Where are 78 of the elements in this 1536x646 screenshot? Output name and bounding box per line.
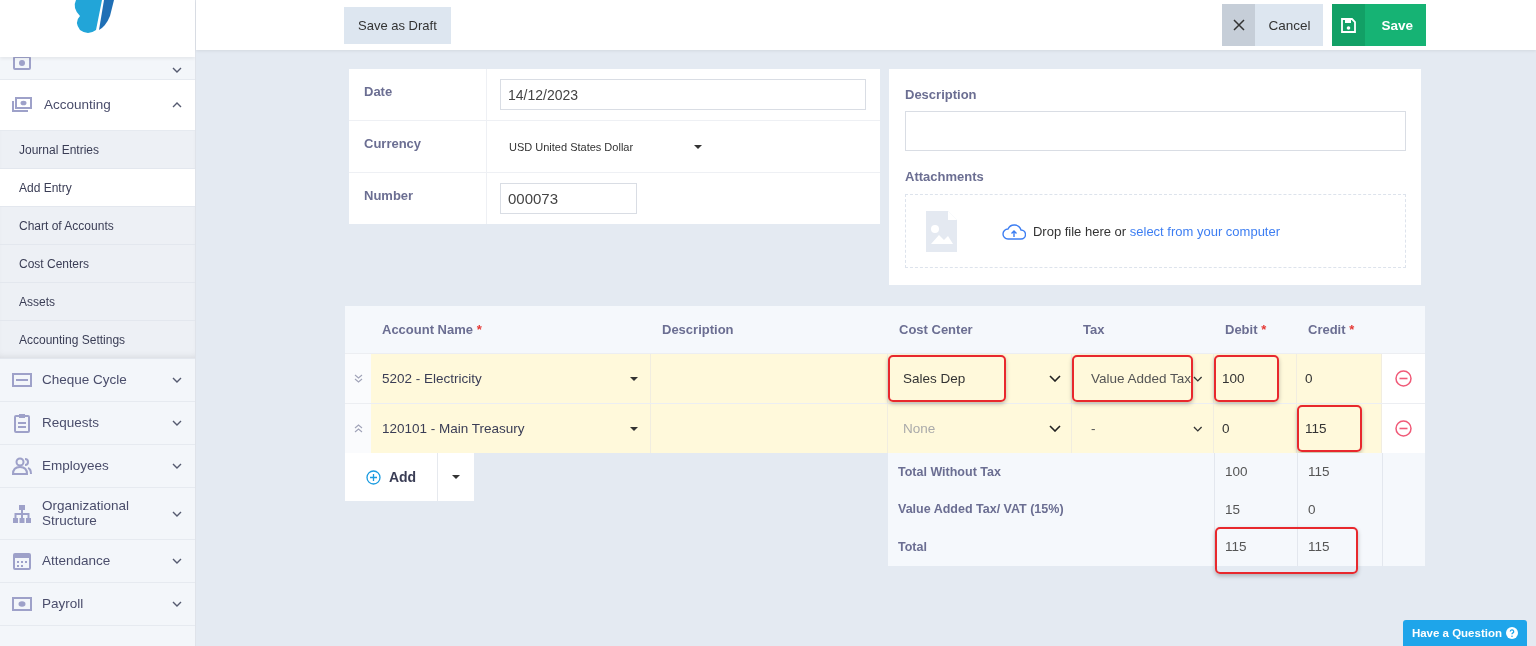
debit-total: 115 bbox=[1214, 528, 1297, 566]
hierarchy-icon bbox=[12, 503, 32, 524]
add-button[interactable]: Add bbox=[345, 453, 438, 501]
sidebar-item[interactable]: Employees bbox=[0, 445, 195, 488]
tax-value: - bbox=[1090, 420, 1097, 438]
column-header: Account Name * bbox=[381, 322, 483, 337]
sidebar-item[interactable]: Cheque Cycle bbox=[0, 359, 195, 402]
field-label: Number bbox=[349, 173, 487, 224]
submenu-item[interactable]: Cost Centers bbox=[0, 245, 195, 283]
money-icon bbox=[12, 594, 32, 614]
column-header: Tax bbox=[1082, 322, 1106, 337]
field-label: Currency bbox=[349, 121, 487, 172]
debit-total: 15 bbox=[1214, 490, 1297, 529]
close-icon bbox=[1232, 19, 1245, 31]
chevron-icon[interactable] bbox=[172, 601, 182, 607]
sidebar-item[interactable]: Accounting bbox=[0, 80, 195, 131]
save-as-draft-button[interactable]: Save as Draft bbox=[344, 6, 451, 44]
field-label: Attachments bbox=[905, 169, 984, 184]
debit-value: 0 bbox=[1221, 420, 1231, 438]
total-label: Value Added Tax/ VAT (15%) bbox=[897, 502, 1065, 517]
cost-center-placeholder: None bbox=[902, 420, 937, 438]
credit-value: 0 bbox=[1304, 370, 1314, 388]
field-label: Description bbox=[905, 87, 977, 102]
select-file-link[interactable]: select from your computer bbox=[1129, 223, 1281, 239]
total-label: Total Without Tax bbox=[897, 464, 1002, 479]
chevron-down-icon bbox=[1193, 375, 1203, 382]
column-header: Cost Center bbox=[898, 322, 974, 337]
cost-center-value: Sales Dep bbox=[888, 355, 1006, 402]
caret-icon bbox=[630, 376, 638, 381]
plus-circle-icon bbox=[365, 469, 381, 485]
cloud-upload-icon bbox=[1001, 222, 1026, 240]
description-field[interactable] bbox=[905, 111, 1406, 151]
currency-select[interactable]: USD United States Dollar bbox=[500, 131, 702, 162]
column-header: Description bbox=[661, 322, 735, 337]
remove-icon[interactable] bbox=[1395, 420, 1412, 437]
caret-icon bbox=[694, 144, 702, 149]
chevron-icon[interactable] bbox=[172, 377, 182, 383]
chevron-icon[interactable] bbox=[172, 102, 182, 108]
chevron-down-icon bbox=[1049, 375, 1061, 382]
caret-icon bbox=[630, 426, 638, 431]
chevron-down-icon bbox=[1193, 425, 1203, 432]
column-header: Credit * bbox=[1307, 322, 1356, 337]
sidebar-item[interactable]: Attendance bbox=[0, 540, 195, 583]
help-icon bbox=[1506, 627, 1518, 639]
submenu-item[interactable]: Accounting Settings bbox=[0, 321, 195, 359]
remove-icon[interactable] bbox=[1395, 370, 1412, 387]
sidebar-item[interactable]: Organizational Structure bbox=[0, 488, 195, 540]
input-field[interactable]: 000073 bbox=[500, 183, 637, 214]
cancel-button[interactable]: Cancel bbox=[1222, 4, 1324, 46]
people-icon bbox=[12, 456, 32, 476]
submenu-item[interactable]: Add Entry bbox=[0, 169, 195, 207]
credit-total: 0 bbox=[1297, 490, 1382, 529]
sidebar-item[interactable]: Payroll bbox=[0, 583, 195, 626]
caret-icon bbox=[452, 475, 460, 479]
chevron-down-icon bbox=[1049, 425, 1061, 432]
drop-hint: Drop file here or select from your computer bbox=[1032, 223, 1281, 239]
debit-total: 100 bbox=[1214, 453, 1297, 491]
submenu-item[interactable]: Chart of Accounts bbox=[0, 207, 195, 245]
tax-value: Value Added Tax bbox=[1072, 355, 1194, 402]
chevron-icon[interactable] bbox=[172, 67, 182, 73]
sidebar-item[interactable]: Requests bbox=[0, 402, 195, 445]
credit-total: 115 bbox=[1297, 528, 1382, 566]
chevron-icon[interactable] bbox=[172, 420, 182, 426]
total-label: Total bbox=[897, 540, 928, 554]
money-icon bbox=[12, 95, 32, 115]
calendar-icon bbox=[12, 551, 32, 571]
card-icon bbox=[12, 370, 32, 390]
submenu-item[interactable]: Assets bbox=[0, 283, 195, 321]
field-label: Date bbox=[349, 69, 487, 120]
image-file-icon bbox=[926, 210, 957, 252]
credit-total: 115 bbox=[1297, 453, 1382, 491]
chevron-icon[interactable] bbox=[172, 558, 182, 564]
input-field[interactable]: 14/12/2023 bbox=[500, 79, 866, 110]
file-drop-zone[interactable]: Drop file here or select from your computer bbox=[905, 194, 1406, 268]
clipboard-icon bbox=[12, 413, 32, 433]
chevron-icon[interactable] bbox=[172, 463, 182, 469]
column-header: Debit * bbox=[1224, 322, 1268, 337]
chevron-icon[interactable] bbox=[172, 510, 182, 517]
